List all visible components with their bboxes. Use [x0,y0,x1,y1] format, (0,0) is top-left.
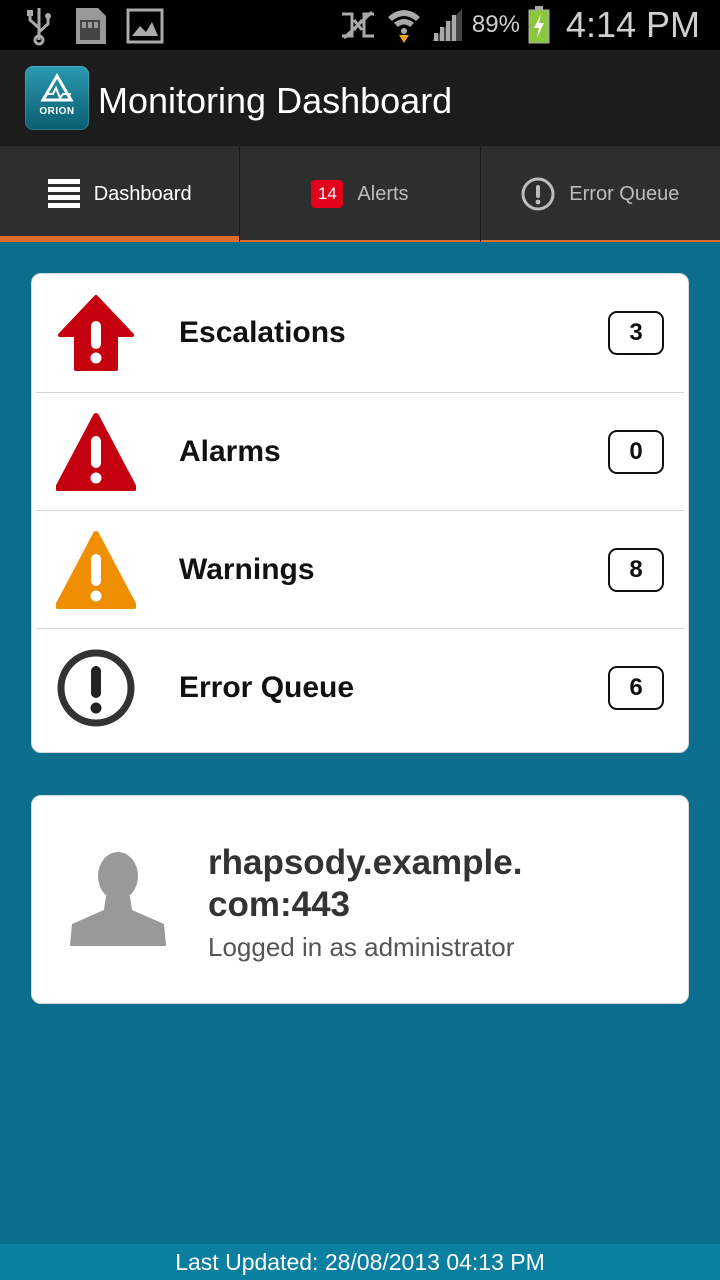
tab-alerts[interactable]: 14 Alerts [240,146,481,242]
warnings-label: Warnings [179,553,315,586]
wifi-icon [387,10,420,43]
clock: 4:14 PM [565,4,700,45]
menu-list-icon [47,179,80,208]
nfc-off-icon [341,10,374,40]
logo-text: ORION [39,106,75,117]
status-bar: 89% 4:14 PM [0,0,720,50]
warning-triangle-icon [56,531,136,609]
server-address-line1: rhapsody.example. [208,843,523,882]
tab-alerts-label: Alerts [357,182,409,205]
signal-icon [431,9,462,41]
status-row-alarms[interactable]: Alarms 0 [36,392,684,511]
status-row-error-queue[interactable]: Error Queue 6 [36,628,684,747]
status-row-warnings[interactable]: Warnings 8 [36,510,684,629]
notification-icons [24,6,164,46]
alarms-label: Alarms [179,435,281,468]
alarms-count: 0 [608,430,664,474]
battery-percent: 89% [471,11,520,38]
image-icon [126,8,164,44]
server-address-line2: com:443 [208,885,351,924]
app-logo[interactable]: ORION [25,66,89,130]
exclamation-circle-icon [521,177,555,211]
error-queue-label: Error Queue [179,671,355,704]
action-bar: ORION Monitoring Dashboard [0,50,720,146]
server-info-card[interactable]: rhapsody.example. com:443 Logged in as a… [31,795,689,1004]
alerts-count-badge: 14 [311,180,344,208]
tab-dashboard-label: Dashboard [93,182,192,205]
warnings-count: 8 [608,548,664,592]
server-address: rhapsody.example. com:443 [208,842,628,926]
tab-error-queue-label: Error Queue [569,182,680,205]
orion-logo-icon [40,73,74,102]
page-title: Monitoring Dashboard [98,80,453,121]
escalations-label: Escalations [179,316,346,349]
last-updated-footer: Last Updated: 28/08/2013 04:13 PM [0,1244,720,1280]
escalations-count: 3 [608,311,664,355]
sd-card-icon [76,8,106,44]
battery-charging-icon [528,6,550,44]
error-queue-count: 6 [608,666,664,710]
tab-dashboard[interactable]: Dashboard [0,146,241,242]
tab-error-queue[interactable]: Error Queue [480,146,720,242]
user-avatar-icon [70,852,166,946]
usb-icon [27,8,51,46]
error-circle-icon [57,649,135,727]
system-icons: 89% 4:14 PM [338,4,700,46]
alarm-triangle-icon [56,413,136,491]
status-summary-card: Escalations 3 Alarms 0 Warnings 8 Error … [31,273,689,753]
login-status: Logged in as administrator [208,932,515,962]
escalation-arrow-icon [58,295,134,371]
tab-bar: Dashboard 14 Alerts Error Queue [0,146,720,242]
status-row-escalations[interactable]: Escalations 3 [36,274,684,392]
